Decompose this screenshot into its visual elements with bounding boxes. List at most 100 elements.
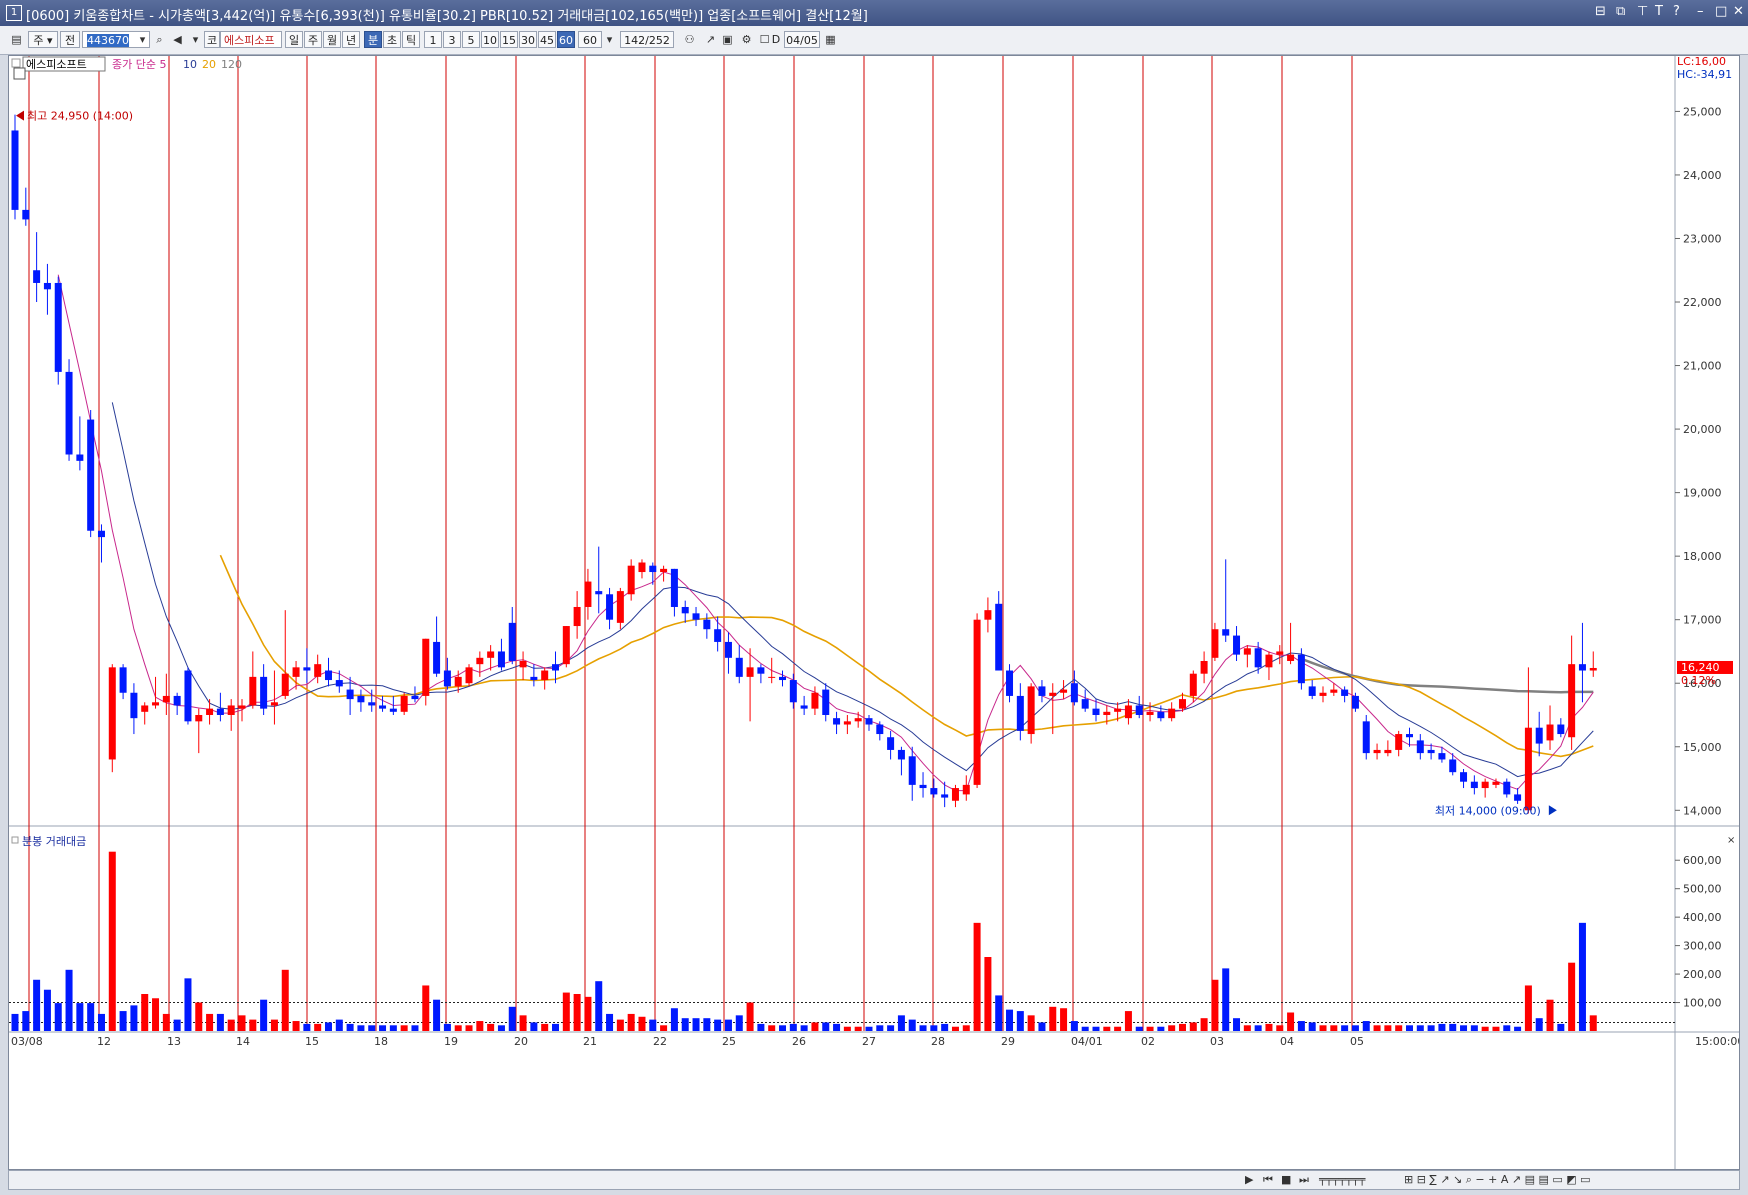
period-week[interactable]: 주 <box>304 31 322 48</box>
scroll-right-icon[interactable]: ▶ <box>1245 1173 1253 1186</box>
candle-up <box>454 676 462 687</box>
candle-down <box>76 454 84 461</box>
candle-down <box>1535 727 1543 744</box>
candle-down <box>184 670 192 722</box>
period-minute[interactable]: 분 <box>364 31 382 48</box>
date-field[interactable]: 04/05 <box>784 31 820 48</box>
gear-icon[interactable]: ⚙ <box>739 32 754 47</box>
volume-bar <box>195 1002 203 1031</box>
period-tick[interactable]: 틱 <box>402 31 420 48</box>
candle-down <box>346 689 354 700</box>
volume-bar <box>1373 1025 1381 1031</box>
tool-icons[interactable]: ⊞ ⊟ ∑ ↗ ↘ ⌕ − + A ↗ ▤ ▤ ▭ ◩ ▭ <box>1404 1173 1591 1187</box>
market-sub-button[interactable]: 전 <box>60 31 80 48</box>
volume-bar <box>606 1013 614 1031</box>
copy-window-icon[interactable]: ⧉ <box>1616 4 1625 19</box>
candle-up <box>1200 660 1208 674</box>
period-day[interactable]: 일 <box>285 31 303 48</box>
period-month[interactable]: 월 <box>323 31 341 48</box>
interval-3[interactable]: 3 <box>443 31 461 48</box>
minimize-icon[interactable]: – <box>1697 4 1704 19</box>
volume-bar <box>1233 1018 1241 1031</box>
volume-bar <box>1470 1025 1478 1031</box>
candle-up <box>584 581 592 607</box>
volume-bar <box>33 979 41 1031</box>
candle-up <box>1384 749 1392 754</box>
volume-bar <box>1103 1026 1111 1031</box>
candle-down <box>703 619 711 630</box>
candle-down <box>919 784 927 789</box>
legend-stock-name: 에스피소프트 <box>26 58 87 71</box>
x-axis-day-label: 03/08 <box>11 1035 43 1048</box>
candle-up <box>768 676 776 678</box>
volume-bar <box>930 1025 938 1031</box>
candle-down <box>335 680 343 687</box>
candle-down <box>930 788 938 795</box>
volume-bar <box>670 1008 678 1031</box>
close-icon[interactable]: ✕ <box>1733 4 1744 19</box>
volume-panel-title: 분봉 거래대금 <box>22 835 86 848</box>
chevron-down-icon[interactable]: ▾ <box>188 32 203 47</box>
zoom-slider[interactable]: ╤╤╤╤╤╤╤ <box>1319 1173 1365 1186</box>
chart-svg[interactable]: 25,000 24,000 23,000 22,000 21,000 20,000 19,0… <box>9 56 1739 1169</box>
save-icon[interactable]: ▣ <box>720 32 735 47</box>
scroll-last-icon[interactable]: ⏭ <box>1299 1173 1309 1187</box>
volume-bar <box>1319 1025 1327 1031</box>
market-prefix-button[interactable]: 코 <box>204 31 220 48</box>
calendar-icon[interactable]: ▦ <box>823 32 838 47</box>
volume-bar <box>152 998 160 1031</box>
speaker-icon[interactable]: ◀ <box>170 32 185 47</box>
volume-bar <box>735 1015 743 1031</box>
chart-area[interactable]: 25,000 24,000 23,000 22,000 21,000 20,000 19,0… <box>8 55 1740 1170</box>
link-icon[interactable]: ⊟ <box>1595 4 1606 19</box>
candle-up <box>1373 749 1381 754</box>
search-icon[interactable]: ⌕ <box>152 32 167 47</box>
chevron-down-icon[interactable]: ▾ <box>602 32 617 47</box>
candle-up <box>206 708 214 715</box>
volume-bar <box>616 1019 624 1031</box>
chart-menu-icon[interactable]: ▤ <box>9 32 24 47</box>
current-price-change: 0.12% <box>1681 674 1716 687</box>
volume-bar <box>1308 1022 1316 1031</box>
font-icon[interactable]: T <box>1655 4 1663 19</box>
interval-45[interactable]: 45 <box>538 31 556 48</box>
volume-bar <box>1006 1009 1014 1031</box>
candle-down <box>670 568 678 607</box>
price-tick-label: 25,000 <box>1683 105 1722 118</box>
candle-up <box>746 667 754 677</box>
chevron-down-icon[interactable]: ▾ <box>135 32 150 47</box>
volume-bar <box>130 1005 138 1031</box>
pin-icon[interactable]: ⊤ <box>1637 4 1648 19</box>
volume-bar <box>1243 1025 1251 1031</box>
bar-count-field[interactable]: 142/252 <box>620 31 674 48</box>
period-second[interactable]: 초 <box>383 31 401 48</box>
candle-down <box>941 794 949 798</box>
stop-icon[interactable]: ■ <box>1281 1173 1291 1186</box>
interval-input[interactable]: 60 <box>578 31 602 48</box>
interval-10[interactable]: 10 <box>481 31 499 48</box>
interval-60[interactable]: 60 <box>557 31 575 48</box>
interval-5[interactable]: 5 <box>462 31 480 48</box>
candle-up <box>627 565 635 595</box>
interval-30[interactable]: 30 <box>519 31 537 48</box>
stock-name-field[interactable]: 에스피소프 <box>220 31 282 48</box>
volume-bar <box>65 969 73 1031</box>
interval-15[interactable]: 15 <box>500 31 518 48</box>
volume-bar <box>184 978 192 1031</box>
candle-down <box>303 667 311 671</box>
candle-up <box>1114 708 1122 712</box>
candle-up <box>270 702 278 706</box>
candle-up <box>281 673 289 696</box>
maximize-icon[interactable]: □ <box>1715 4 1727 19</box>
period-year[interactable]: 년 <box>342 31 360 48</box>
candle-down <box>33 270 41 283</box>
interval-1[interactable]: 1 <box>424 31 442 48</box>
market-select[interactable]: 주 ▾ <box>28 31 58 48</box>
volume-bar <box>54 1003 62 1031</box>
scroll-first-icon[interactable]: ⏮ <box>1263 1173 1273 1187</box>
link-icon[interactable]: ⚇ <box>682 32 697 47</box>
volume-bar <box>119 1011 127 1031</box>
help-icon[interactable]: ? <box>1673 4 1680 19</box>
volume-bar <box>1503 1025 1511 1031</box>
draw-icon[interactable]: ↗ <box>703 32 718 47</box>
